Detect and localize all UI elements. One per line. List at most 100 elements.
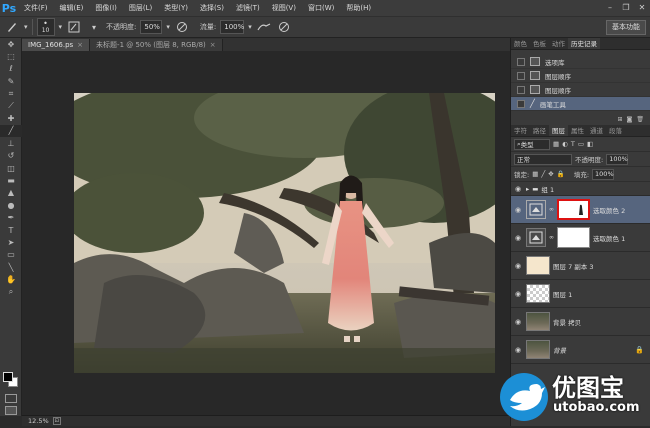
brush-picker-dropdown-icon[interactable]: ▾ [59, 23, 63, 31]
filter-smart-icon[interactable]: ◧ [587, 140, 593, 148]
workspace-switcher[interactable]: 基本功能 [606, 20, 646, 35]
tab-properties[interactable]: 属性 [568, 125, 587, 136]
visibility-eye-icon[interactable]: ◉ [513, 346, 523, 354]
tool-preset-dropdown-icon[interactable]: ▾ [24, 23, 28, 31]
history-item-selected[interactable]: ╱ 画笔工具 [511, 97, 650, 111]
layer-row[interactable]: ◉ 图层 7 副本 3 [511, 252, 650, 280]
flow-field[interactable]: 100% [220, 20, 244, 34]
screen-mode-icon[interactable] [5, 406, 17, 415]
tab-character[interactable]: 字符 [511, 125, 530, 136]
menu-image[interactable]: 图像(I) [89, 0, 123, 16]
filter-shape-icon[interactable]: ▭ [578, 140, 584, 148]
marquee-tool-icon[interactable]: ⬚ [0, 50, 22, 62]
history-source-checkbox[interactable] [517, 57, 525, 66]
menu-view[interactable]: 视图(V) [266, 0, 302, 16]
pressure-size-icon[interactable] [276, 19, 292, 35]
pressure-opacity-icon[interactable] [174, 19, 190, 35]
close-icon[interactable]: ✕ [634, 0, 650, 16]
brush-size-picker[interactable]: • 10 [36, 18, 55, 36]
rectangle-tool-icon[interactable]: ▭ [0, 249, 22, 261]
brush-tool-icon[interactable]: ╱ [0, 124, 22, 138]
dodge-tool-icon[interactable]: ● [0, 199, 22, 211]
status-menu-icon[interactable]: ⊡ [52, 417, 61, 425]
history-source-checkbox[interactable] [517, 71, 525, 80]
layer-group-row[interactable]: ◉ ▸ ▬ 组 1 [511, 182, 650, 196]
zoom-level[interactable]: 12.5% [28, 417, 49, 425]
menu-type[interactable]: 类型(Y) [158, 0, 194, 16]
tab-actions[interactable]: 动作 [549, 38, 568, 49]
airbrush-icon[interactable] [256, 19, 272, 35]
lock-position-icon[interactable]: ✥ [548, 170, 553, 178]
menu-help[interactable]: 帮助(H) [340, 0, 377, 16]
blur-tool-icon[interactable]: ▲ [0, 187, 22, 199]
snapshot-icon[interactable]: ◙ [627, 116, 633, 125]
flow-dropdown-icon[interactable]: ▾ [248, 23, 252, 31]
layer-row[interactable]: ◉ 图层 1 [511, 280, 650, 308]
quick-select-tool-icon[interactable]: ✎ [0, 75, 22, 87]
history-source-checkbox[interactable] [517, 99, 525, 108]
menu-edit[interactable]: 编辑(E) [54, 0, 90, 16]
history-source-checkbox[interactable] [517, 85, 525, 94]
lock-pixels-icon[interactable]: ╱ [541, 170, 545, 178]
menu-layer[interactable]: 图层(L) [123, 0, 158, 16]
visibility-eye-icon[interactable]: ◉ [513, 318, 523, 326]
layer-mask-thumbnail[interactable] [557, 199, 590, 220]
lock-icon[interactable]: 🔒 [635, 346, 644, 354]
lock-all-icon[interactable]: 🔒 [557, 170, 565, 178]
visibility-eye-icon[interactable]: ◉ [513, 185, 523, 193]
document-canvas-photo[interactable] [74, 93, 495, 373]
gradient-tool-icon[interactable]: ▬ [0, 174, 22, 186]
blend-mode-icon[interactable]: ▾ [86, 19, 102, 35]
menu-filter[interactable]: 滤镜(T) [230, 0, 266, 16]
foreground-color-swatch[interactable] [3, 372, 13, 382]
quick-mask-icon[interactable] [5, 394, 17, 403]
opacity-field[interactable]: 50% [140, 20, 163, 34]
layer-filter-select[interactable]: ⌕ 类型 [514, 138, 550, 150]
fill-field[interactable]: 100% [592, 168, 615, 180]
close-tab-icon[interactable]: × [77, 39, 83, 51]
tab-document-1[interactable]: IMG_1606.ps × [22, 39, 91, 51]
history-brush-tool-icon[interactable]: ↺ [0, 150, 22, 162]
history-item[interactable]: 图层顺序 [511, 69, 650, 83]
tab-swatches[interactable]: 色板 [530, 38, 549, 49]
zoom-tool-icon[interactable]: ⌕ [0, 286, 22, 298]
visibility-eye-icon[interactable]: ◉ [513, 234, 523, 242]
layer-mask-thumbnail[interactable] [557, 227, 590, 248]
trash-icon[interactable]: 🗑 [636, 116, 644, 125]
menu-select[interactable]: 选择(S) [194, 0, 230, 16]
restore-icon[interactable]: ❐ [618, 0, 634, 16]
chain-link-icon[interactable]: ∞ [549, 206, 554, 213]
clone-stamp-tool-icon[interactable]: ⊥ [0, 137, 22, 149]
tab-document-2[interactable]: 未标题-1 @ 50% (图层 8, RGB/8) × [90, 39, 223, 51]
visibility-eye-icon[interactable]: ◉ [513, 206, 523, 214]
history-item[interactable]: 选项库 [511, 55, 650, 69]
layer-row[interactable]: ◉ ∞ 选取颜色 1 [511, 224, 650, 252]
filter-adjustment-icon[interactable]: ◐ [562, 140, 568, 148]
opacity-dropdown-icon[interactable]: ▾ [166, 23, 170, 31]
layer-row-selected[interactable]: ◉ ∞ 选取颜色 2 [511, 196, 650, 224]
color-swatches[interactable] [3, 372, 19, 388]
minimize-icon[interactable]: – [602, 0, 618, 16]
visibility-eye-icon[interactable]: ◉ [513, 290, 523, 298]
brush-tool-icon[interactable] [4, 19, 20, 35]
menu-window[interactable]: 窗口(W) [302, 0, 340, 16]
lock-transparent-icon[interactable]: ▦ [532, 170, 538, 178]
pen-tool-icon[interactable]: ✒ [0, 211, 22, 223]
tab-history[interactable]: 历史记录 [568, 38, 600, 49]
brush-panel-icon[interactable] [66, 19, 82, 35]
tab-layers[interactable]: 图层 [549, 125, 568, 136]
tab-channels[interactable]: 通道 [587, 125, 606, 136]
close-tab-icon[interactable]: × [210, 39, 216, 51]
chain-link-icon[interactable]: ∞ [549, 234, 554, 241]
eyedropper-tool-icon[interactable]: ⟋ [0, 100, 22, 112]
healing-brush-tool-icon[interactable]: ✚ [0, 112, 22, 124]
expand-arrow-icon[interactable]: ▸ [526, 185, 529, 193]
lasso-tool-icon[interactable]: ℓ [0, 63, 22, 75]
blend-mode-select[interactable]: 正常 [514, 153, 572, 165]
path-selection-tool-icon[interactable]: ➤ [0, 236, 22, 248]
menu-file[interactable]: 文件(F) [18, 0, 54, 16]
visibility-eye-icon[interactable]: ◉ [513, 262, 523, 270]
filter-pixel-icon[interactable]: ▦ [553, 140, 559, 148]
new-document-icon[interactable]: ⊞ [618, 116, 623, 125]
move-tool-icon[interactable]: ✥ [0, 38, 22, 50]
